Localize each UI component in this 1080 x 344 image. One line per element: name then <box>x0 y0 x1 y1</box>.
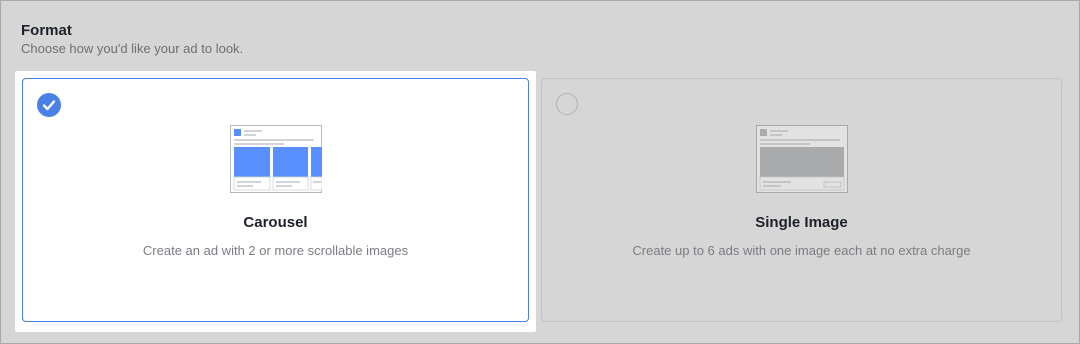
format-panel: Format Choose how you'd like your ad to … <box>0 0 1080 344</box>
radio-button-icon[interactable] <box>556 93 578 115</box>
carousel-option-title: Carousel <box>243 214 308 231</box>
single-image-option-card[interactable]: Single Image Create up to 6 ads with one… <box>541 78 1062 322</box>
section-title: Format <box>21 22 72 39</box>
carousel-option-description: Create an ad with 2 or more scrollable i… <box>142 243 409 258</box>
section-subtitle: Choose how you'd like your ad to look. <box>21 41 244 56</box>
single-image-option-title: Single Image <box>755 214 848 231</box>
carousel-preview-icon <box>229 125 322 193</box>
carousel-option-card[interactable]: Carousel Create an ad with 2 or more scr… <box>22 78 529 322</box>
checkmark-icon[interactable] <box>37 93 61 117</box>
single-image-option-description: Create up to 6 ads with one image each a… <box>632 243 971 258</box>
single-image-preview-icon <box>755 125 848 193</box>
